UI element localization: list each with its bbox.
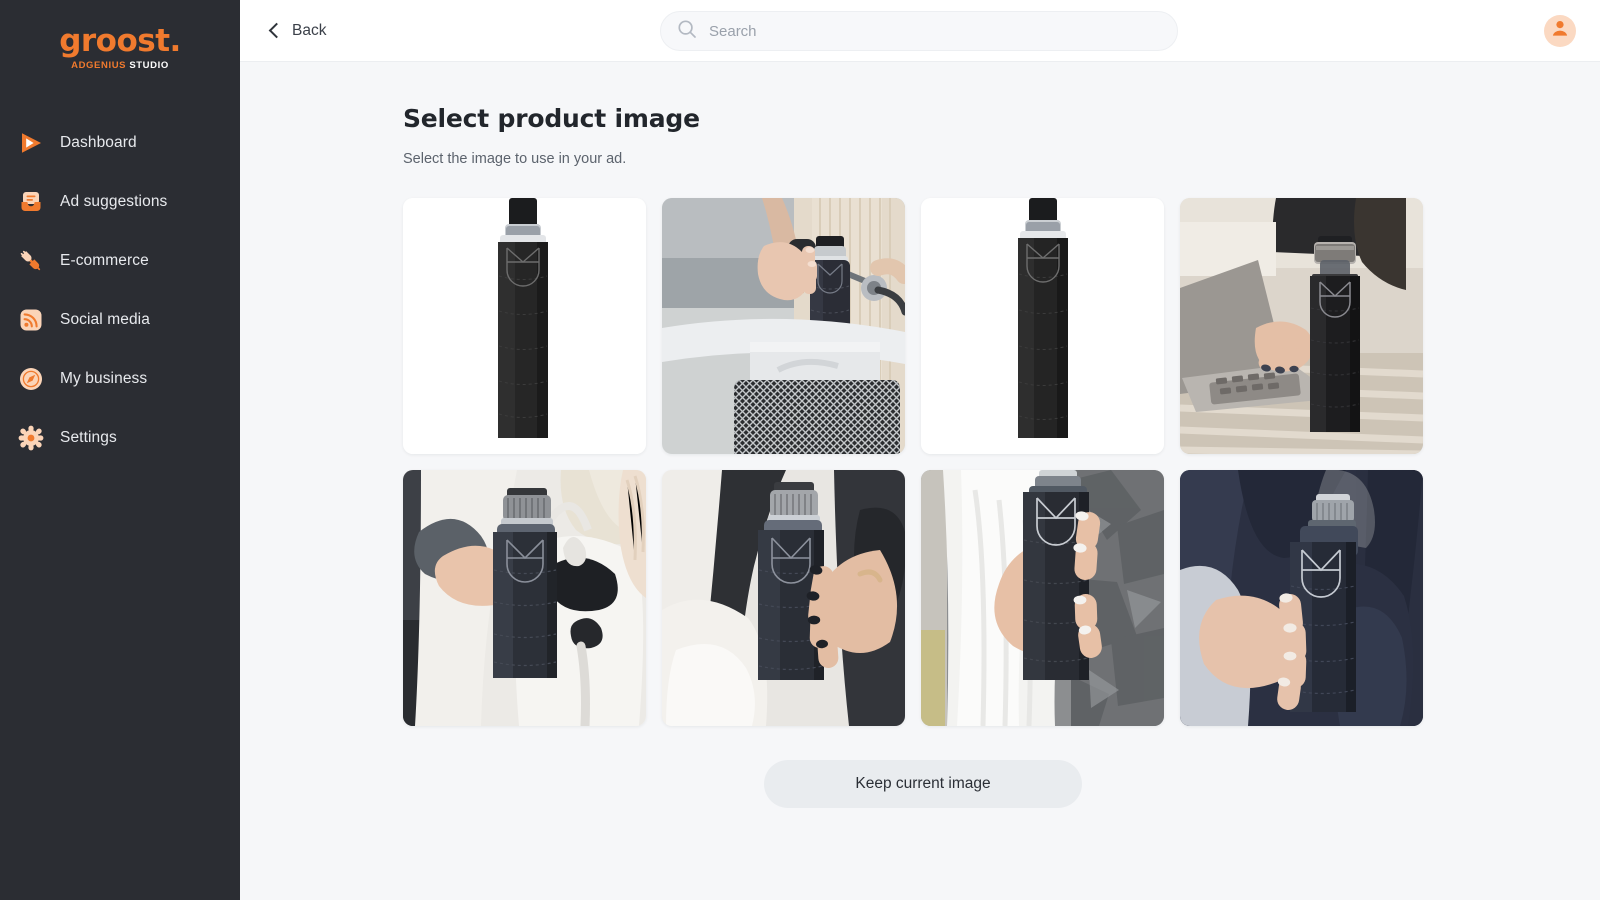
inbox-icon bbox=[18, 189, 44, 215]
main-area: Back Search Select product image Select … bbox=[240, 0, 1600, 900]
sidebar-item-label: My business bbox=[60, 369, 148, 387]
brand-tagline-primary: ADGENIUS bbox=[71, 60, 127, 71]
app-root: groost. ADGENIUS STUDIO Dashboard Ad sug… bbox=[0, 0, 1600, 900]
back-button[interactable]: Back bbox=[260, 16, 334, 46]
footer-actions: Keep current image bbox=[403, 760, 1443, 808]
user-avatar-icon bbox=[1549, 17, 1571, 44]
sidebar-item-ad-suggestions[interactable]: Ad suggestions bbox=[0, 182, 240, 222]
compass-icon bbox=[18, 366, 44, 392]
search-input[interactable] bbox=[709, 22, 1161, 40]
sidebar: groost. ADGENIUS STUDIO Dashboard Ad sug… bbox=[0, 0, 240, 900]
user-avatar[interactable] bbox=[1544, 14, 1576, 47]
rss-icon bbox=[18, 307, 44, 333]
play-icon bbox=[18, 130, 44, 156]
sidebar-item-label: Social media bbox=[60, 310, 150, 328]
sidebar-nav: Dashboard Ad suggestions E-commerce Soci… bbox=[0, 123, 240, 477]
search-container bbox=[660, 11, 1178, 51]
plug-icon bbox=[18, 248, 44, 274]
sidebar-item-label: Dashboard bbox=[60, 133, 137, 151]
gear-icon bbox=[18, 425, 44, 451]
brand-name: groost. bbox=[59, 23, 181, 59]
sidebar-item-settings[interactable]: Settings bbox=[0, 418, 240, 458]
brand-tagline: ADGENIUS STUDIO bbox=[0, 61, 240, 71]
sidebar-item-ecommerce[interactable]: E-commerce bbox=[0, 241, 240, 281]
sidebar-item-label: Settings bbox=[60, 428, 117, 446]
product-image-grid bbox=[403, 198, 1443, 726]
product-image-tile[interactable] bbox=[1180, 198, 1423, 454]
brand-logo[interactable]: groost. ADGENIUS STUDIO bbox=[0, 20, 240, 71]
sidebar-item-social-media[interactable]: Social media bbox=[0, 300, 240, 340]
sidebar-item-dashboard[interactable]: Dashboard bbox=[0, 123, 240, 163]
sidebar-item-my-business[interactable]: My business bbox=[0, 359, 240, 399]
product-image-tile[interactable] bbox=[921, 470, 1164, 726]
product-image-tile[interactable] bbox=[662, 470, 905, 726]
product-image-tile[interactable] bbox=[403, 198, 646, 454]
page-title: Select product image bbox=[403, 104, 700, 133]
sidebar-item-label: Ad suggestions bbox=[60, 192, 168, 210]
content-area: Select product image Select the image to… bbox=[240, 62, 1600, 900]
sidebar-item-label: E-commerce bbox=[60, 251, 149, 269]
product-image-tile[interactable] bbox=[921, 198, 1164, 454]
search-box[interactable] bbox=[660, 11, 1178, 51]
keep-current-image-button[interactable]: Keep current image bbox=[764, 760, 1082, 808]
page-subtitle: Select the image to use in your ad. bbox=[403, 151, 627, 167]
product-image-tile[interactable] bbox=[1180, 470, 1423, 726]
product-image-tile[interactable] bbox=[662, 198, 905, 454]
brand-tagline-secondary: STUDIO bbox=[129, 60, 169, 71]
back-button-label: Back bbox=[292, 21, 327, 39]
search-icon bbox=[677, 19, 697, 44]
topbar: Back bbox=[240, 0, 1600, 62]
chevron-left-icon bbox=[268, 22, 285, 39]
product-image-tile[interactable] bbox=[403, 470, 646, 726]
